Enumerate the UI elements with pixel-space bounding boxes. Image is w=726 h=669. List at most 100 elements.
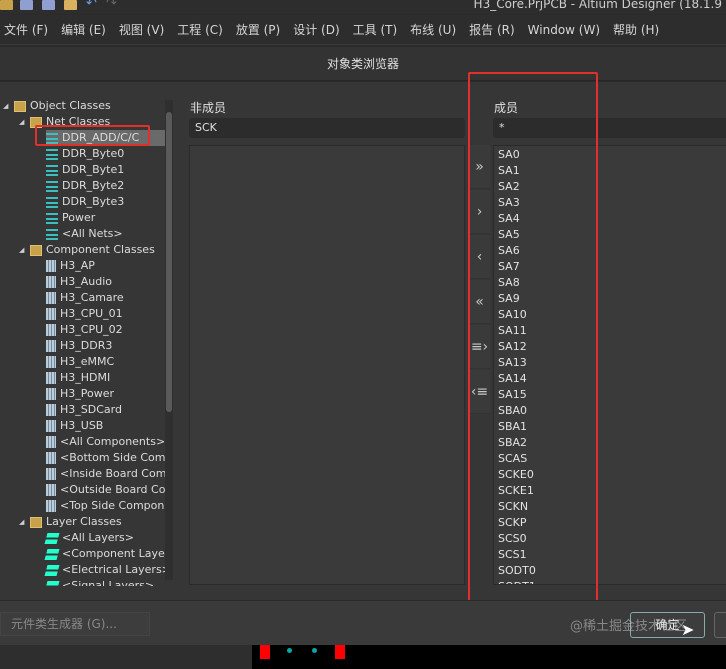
- undo-icon[interactable]: ↶: [86, 0, 97, 11]
- menu-item[interactable]: 视图 (V): [119, 21, 164, 38]
- tree-scrollbar-thumb[interactable]: [166, 112, 172, 412]
- tree-item-label: H3_Power: [60, 387, 115, 400]
- menu-item[interactable]: 工程 (C): [177, 21, 223, 38]
- panel-below: [0, 645, 252, 669]
- highlight-box-members: [468, 72, 598, 608]
- class-tree[interactable]: ◢ Object Classes ◢ Net Classes DDR_ADD/C/C DD…: [0, 92, 176, 586]
- redo-icon[interactable]: ↷: [106, 0, 117, 11]
- component-icon: [46, 276, 56, 288]
- component-icon: [46, 324, 56, 336]
- component-icon: [46, 388, 56, 400]
- tree-item[interactable]: H3_HDMI: [46, 370, 110, 386]
- watermark: @稀土掘金技术社区: [570, 619, 688, 634]
- menu-item[interactable]: 文件 (F): [4, 21, 48, 38]
- tree-item-label: <Top Side Compon: [60, 499, 165, 512]
- component-icon: [46, 372, 56, 384]
- tree-item[interactable]: <Signal Layers>: [44, 578, 155, 586]
- tree-item[interactable]: <Electrical Layers>: [44, 562, 171, 578]
- component-icon: [46, 356, 56, 368]
- menu-item[interactable]: 放置 (P): [236, 21, 280, 38]
- tree-item[interactable]: ◢ Layer Classes: [19, 514, 122, 530]
- tree-item[interactable]: H3_AP: [46, 258, 95, 274]
- menu-item[interactable]: 工具 (T): [353, 21, 398, 38]
- tree-item[interactable]: <Inside Board Com: [46, 466, 166, 482]
- tree-item-label: H3_USB: [60, 419, 104, 432]
- menu-item[interactable]: 布线 (U): [410, 21, 456, 38]
- component-icon: [46, 484, 56, 496]
- component-class-generator-button[interactable]: 元件类生成器 (G)...: [0, 612, 150, 636]
- tree-item[interactable]: DDR_Byte2: [46, 178, 124, 194]
- layer-icon: [44, 532, 60, 544]
- tree-item[interactable]: <All Layers>: [44, 530, 134, 546]
- tree-item-label: H3_eMMC: [60, 355, 115, 368]
- tree-item[interactable]: H3_Power: [46, 386, 114, 402]
- tree-item[interactable]: DDR_Byte3: [46, 194, 124, 210]
- tree-item[interactable]: H3_Audio: [46, 274, 112, 290]
- tree-item[interactable]: H3_USB: [46, 418, 103, 434]
- component-icon: [46, 420, 56, 432]
- tree-item-label: Object Classes: [30, 99, 111, 112]
- menu-bar: 文件 (F) 编辑 (E) 视图 (V) 工程 (C) 放置 (P) 设计 (D) 工具 (…: [0, 15, 726, 45]
- tree-item[interactable]: H3_Camare: [46, 290, 124, 306]
- tree-item[interactable]: ◢ Object Classes: [3, 98, 111, 114]
- tree-item-label: DDR_Byte3: [62, 195, 125, 208]
- tree-item-label: <All Layers>: [62, 531, 134, 544]
- tree-item[interactable]: <Outside Board Co: [46, 482, 165, 498]
- tree-item-label: <Outside Board Co: [60, 483, 166, 496]
- menu-item[interactable]: 编辑 (E): [61, 21, 106, 38]
- tree-item[interactable]: <Top Side Compon: [46, 498, 164, 514]
- pcb-canvas[interactable]: [252, 645, 726, 669]
- folder-icon: [30, 244, 42, 256]
- net-icon: [46, 196, 58, 208]
- tree-item[interactable]: H3_CPU_02: [46, 322, 123, 338]
- expand-arrow-icon[interactable]: ◢: [19, 242, 24, 258]
- tree-item[interactable]: DDR_Byte0: [46, 146, 124, 162]
- tree-item-label: <Electrical Layers>: [62, 563, 171, 576]
- tree-item-label: H3_CPU_01: [60, 307, 123, 320]
- menu-item[interactable]: 报告 (R): [469, 21, 515, 38]
- tree-item[interactable]: Power: [46, 210, 95, 226]
- menu-item[interactable]: 设计 (D): [293, 21, 339, 38]
- tree-item-label: <Signal Layers>: [62, 579, 155, 586]
- pcb-pad: [260, 645, 270, 659]
- component-icon: [46, 452, 56, 464]
- expand-arrow-icon[interactable]: ◢: [3, 98, 8, 114]
- layer-icon: [44, 564, 60, 576]
- tree-item[interactable]: H3_SDCard: [46, 402, 122, 418]
- tree-item-label: Layer Classes: [46, 515, 122, 528]
- component-icon: [46, 404, 56, 416]
- non-members-filter-input[interactable]: SCK: [189, 118, 465, 138]
- tree-item[interactable]: ◢ Component Classes: [19, 242, 155, 258]
- net-icon: [46, 212, 58, 224]
- tree-item[interactable]: H3_DDR3: [46, 338, 112, 354]
- expand-arrow-icon[interactable]: ◢: [19, 514, 24, 530]
- non-members-list[interactable]: [189, 145, 465, 585]
- tree-item[interactable]: H3_eMMC: [46, 354, 114, 370]
- expand-arrow-icon[interactable]: ◢: [19, 114, 24, 130]
- tree-item[interactable]: <Component Layer: [44, 546, 169, 562]
- tree-item[interactable]: <All Nets>: [46, 226, 123, 242]
- tree-item-label: H3_Audio: [60, 275, 113, 288]
- menu-item[interactable]: Window (W): [528, 23, 600, 37]
- title-bar: ↶ ↷ H3_Core.PrjPCB - Altium Designer (18…: [0, 0, 726, 14]
- tree-item[interactable]: H3_CPU_01: [46, 306, 123, 322]
- save-icon[interactable]: [20, 0, 33, 10]
- tree-item-label: Component Classes: [46, 243, 155, 256]
- component-icon: [46, 436, 56, 448]
- tree-item[interactable]: <Bottom Side Comp: [46, 450, 172, 466]
- tree-item-label: H3_HDMI: [60, 371, 111, 384]
- menu-item[interactable]: 帮助 (H): [613, 21, 659, 38]
- app-title: H3_Core.PrjPCB - Altium Designer (18.1.9: [473, 0, 722, 11]
- layer-icon: [44, 548, 60, 560]
- tree-item-label: H3_Camare: [60, 291, 124, 304]
- tree-item-label: <All Components>: [60, 435, 166, 448]
- open-folder-icon[interactable]: [64, 0, 77, 10]
- cancel-button[interactable]: [714, 612, 726, 638]
- app-icon: [0, 0, 13, 10]
- non-members-label: 非成员: [190, 101, 227, 115]
- tree-item-label: H3_SDCard: [60, 403, 122, 416]
- tree-item[interactable]: <All Components>: [46, 434, 165, 450]
- tree-item[interactable]: DDR_Byte1: [46, 162, 124, 178]
- save-all-icon[interactable]: [42, 0, 55, 10]
- tree-item-label: <All Nets>: [62, 227, 123, 240]
